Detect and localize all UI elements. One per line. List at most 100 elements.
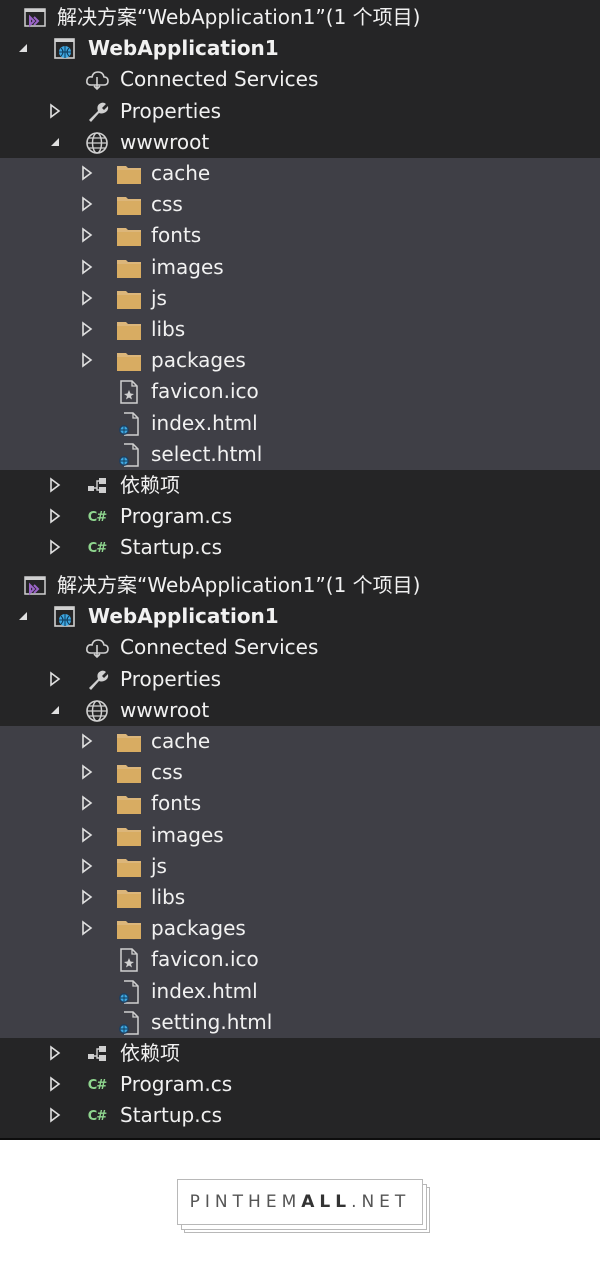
expand-arrow-icon[interactable] xyxy=(80,165,94,181)
folder-icon xyxy=(116,791,142,817)
csharp-file-icon: C# xyxy=(87,509,107,525)
collapse-arrow-icon[interactable] xyxy=(48,134,62,150)
properties-node-label: Properties xyxy=(120,666,222,691)
program-cs-node[interactable]: C# Program.cs xyxy=(0,1069,600,1100)
collapse-arrow-icon[interactable] xyxy=(16,608,30,624)
csharp-file-icon: C# xyxy=(87,1077,107,1093)
dependencies-node[interactable]: 依赖项 xyxy=(0,470,600,501)
properties-node[interactable]: Properties xyxy=(0,664,600,695)
expand-arrow-icon[interactable] xyxy=(48,508,62,524)
folder-node[interactable]: images xyxy=(0,251,600,283)
properties-node[interactable]: Properties xyxy=(0,96,600,127)
wrench-icon xyxy=(84,667,110,693)
folder-icon xyxy=(116,255,142,281)
folder-icon xyxy=(116,317,142,343)
file-node-label: favicon.ico xyxy=(151,947,259,972)
expand-arrow-icon[interactable] xyxy=(48,539,62,555)
file-node[interactable]: select.html xyxy=(0,438,600,470)
csharp-file-icon: C# xyxy=(87,540,107,556)
connected-services-node[interactable]: Connected Services xyxy=(0,632,600,663)
logo-part-all: ALL xyxy=(301,1192,352,1212)
pinthemall-logo-text: PIN THEM ALL .NET xyxy=(178,1180,422,1224)
globe-icon xyxy=(84,130,110,156)
dependencies-node[interactable]: 依赖项 xyxy=(0,1038,600,1069)
expand-arrow-icon[interactable] xyxy=(80,920,94,936)
file-node[interactable]: index.html xyxy=(0,975,600,1007)
folder-node-label: libs xyxy=(151,317,186,341)
dependencies-node-label: 依赖项 xyxy=(120,1041,180,1065)
solution-icon xyxy=(22,573,48,599)
project-node[interactable]: WebApplication1 xyxy=(0,601,600,632)
solution-node[interactable]: 解决方案“WebApplication1”(1 个项目) xyxy=(0,570,600,601)
file-node[interactable]: index.html xyxy=(0,407,600,439)
folder-icon xyxy=(116,823,142,849)
expand-arrow-icon[interactable] xyxy=(80,858,94,874)
folder-node[interactable]: cache xyxy=(0,158,600,190)
folder-node-label: fonts xyxy=(151,223,202,248)
expand-arrow-icon[interactable] xyxy=(48,477,62,493)
dependencies-node-label: 依赖项 xyxy=(120,473,180,497)
expand-arrow-icon[interactable] xyxy=(80,733,94,749)
logo-part-net: .NET xyxy=(351,1192,411,1212)
expand-arrow-icon[interactable] xyxy=(80,321,94,337)
expand-arrow-icon[interactable] xyxy=(80,889,94,905)
expand-arrow-icon[interactable] xyxy=(80,290,94,306)
connected-services-node[interactable]: Connected Services xyxy=(0,64,600,95)
image-file-icon xyxy=(116,379,142,405)
expand-arrow-icon[interactable] xyxy=(48,102,62,119)
wrench-icon xyxy=(84,99,110,125)
folder-node[interactable]: cache xyxy=(0,726,600,758)
folder-node-label: js xyxy=(151,853,167,878)
expand-arrow-icon[interactable] xyxy=(80,258,94,275)
footer: PIN THEM ALL .NET xyxy=(0,1142,600,1262)
expand-arrow-icon[interactable] xyxy=(48,1076,62,1092)
wwwroot-node[interactable]: wwwroot xyxy=(0,695,600,726)
expand-arrow-icon[interactable] xyxy=(48,670,62,687)
startup-cs-node[interactable]: C# Startup.cs xyxy=(0,532,600,563)
program-cs-node[interactable]: C# Program.cs xyxy=(0,501,600,532)
expand-arrow-icon[interactable] xyxy=(80,764,94,780)
file-node[interactable]: setting.html xyxy=(0,1006,600,1038)
expand-arrow-icon[interactable] xyxy=(80,795,94,811)
image-file-icon xyxy=(116,947,142,973)
startup-cs-node-label: Startup.cs xyxy=(120,535,223,560)
folder-node[interactable]: images xyxy=(0,819,600,851)
expand-arrow-icon[interactable] xyxy=(80,352,94,368)
file-node[interactable]: favicon.ico xyxy=(0,376,600,408)
html-file-icon xyxy=(116,411,142,437)
dependencies-icon xyxy=(84,473,110,499)
wwwroot-node-label: wwwroot xyxy=(120,129,210,154)
expand-arrow-icon[interactable] xyxy=(48,1045,62,1061)
file-node[interactable]: favicon.ico xyxy=(0,944,600,976)
collapse-arrow-icon[interactable] xyxy=(16,40,30,56)
folder-node[interactable]: js xyxy=(0,282,600,314)
folder-node[interactable]: libs xyxy=(0,314,600,346)
startup-cs-node[interactable]: C# Startup.cs xyxy=(0,1100,600,1131)
project-node[interactable]: WebApplication1 xyxy=(0,33,600,64)
folder-node[interactable]: libs xyxy=(0,882,600,914)
folder-node-label: packages xyxy=(151,348,246,373)
wwwroot-node[interactable]: wwwroot xyxy=(0,127,600,158)
folder-node[interactable]: css xyxy=(0,189,600,221)
folder-node[interactable]: js xyxy=(0,850,600,882)
csharp-file-icon: C# xyxy=(87,1108,107,1124)
folder-node[interactable]: packages xyxy=(0,345,600,377)
solution-node[interactable]: 解决方案“WebApplication1”(1 个项目) xyxy=(0,2,600,33)
connected-services-icon xyxy=(84,67,110,93)
expand-arrow-icon[interactable] xyxy=(48,1107,62,1123)
folder-node-label: css xyxy=(151,192,183,217)
folder-icon xyxy=(116,885,142,911)
web-project-icon xyxy=(52,604,78,630)
folder-node[interactable]: css xyxy=(0,757,600,789)
file-node-label: favicon.ico xyxy=(151,379,259,404)
folder-node[interactable]: fonts xyxy=(0,220,600,252)
expand-arrow-icon[interactable] xyxy=(80,196,94,212)
collapse-arrow-icon[interactable] xyxy=(48,702,62,718)
file-node-label: setting.html xyxy=(151,1009,273,1034)
folder-node[interactable]: fonts xyxy=(0,788,600,820)
html-file-icon xyxy=(116,979,142,1005)
folder-node[interactable]: packages xyxy=(0,913,600,945)
expand-arrow-icon[interactable] xyxy=(80,227,94,243)
expand-arrow-icon[interactable] xyxy=(80,826,94,843)
project-node-label: WebApplication1 xyxy=(88,604,279,629)
